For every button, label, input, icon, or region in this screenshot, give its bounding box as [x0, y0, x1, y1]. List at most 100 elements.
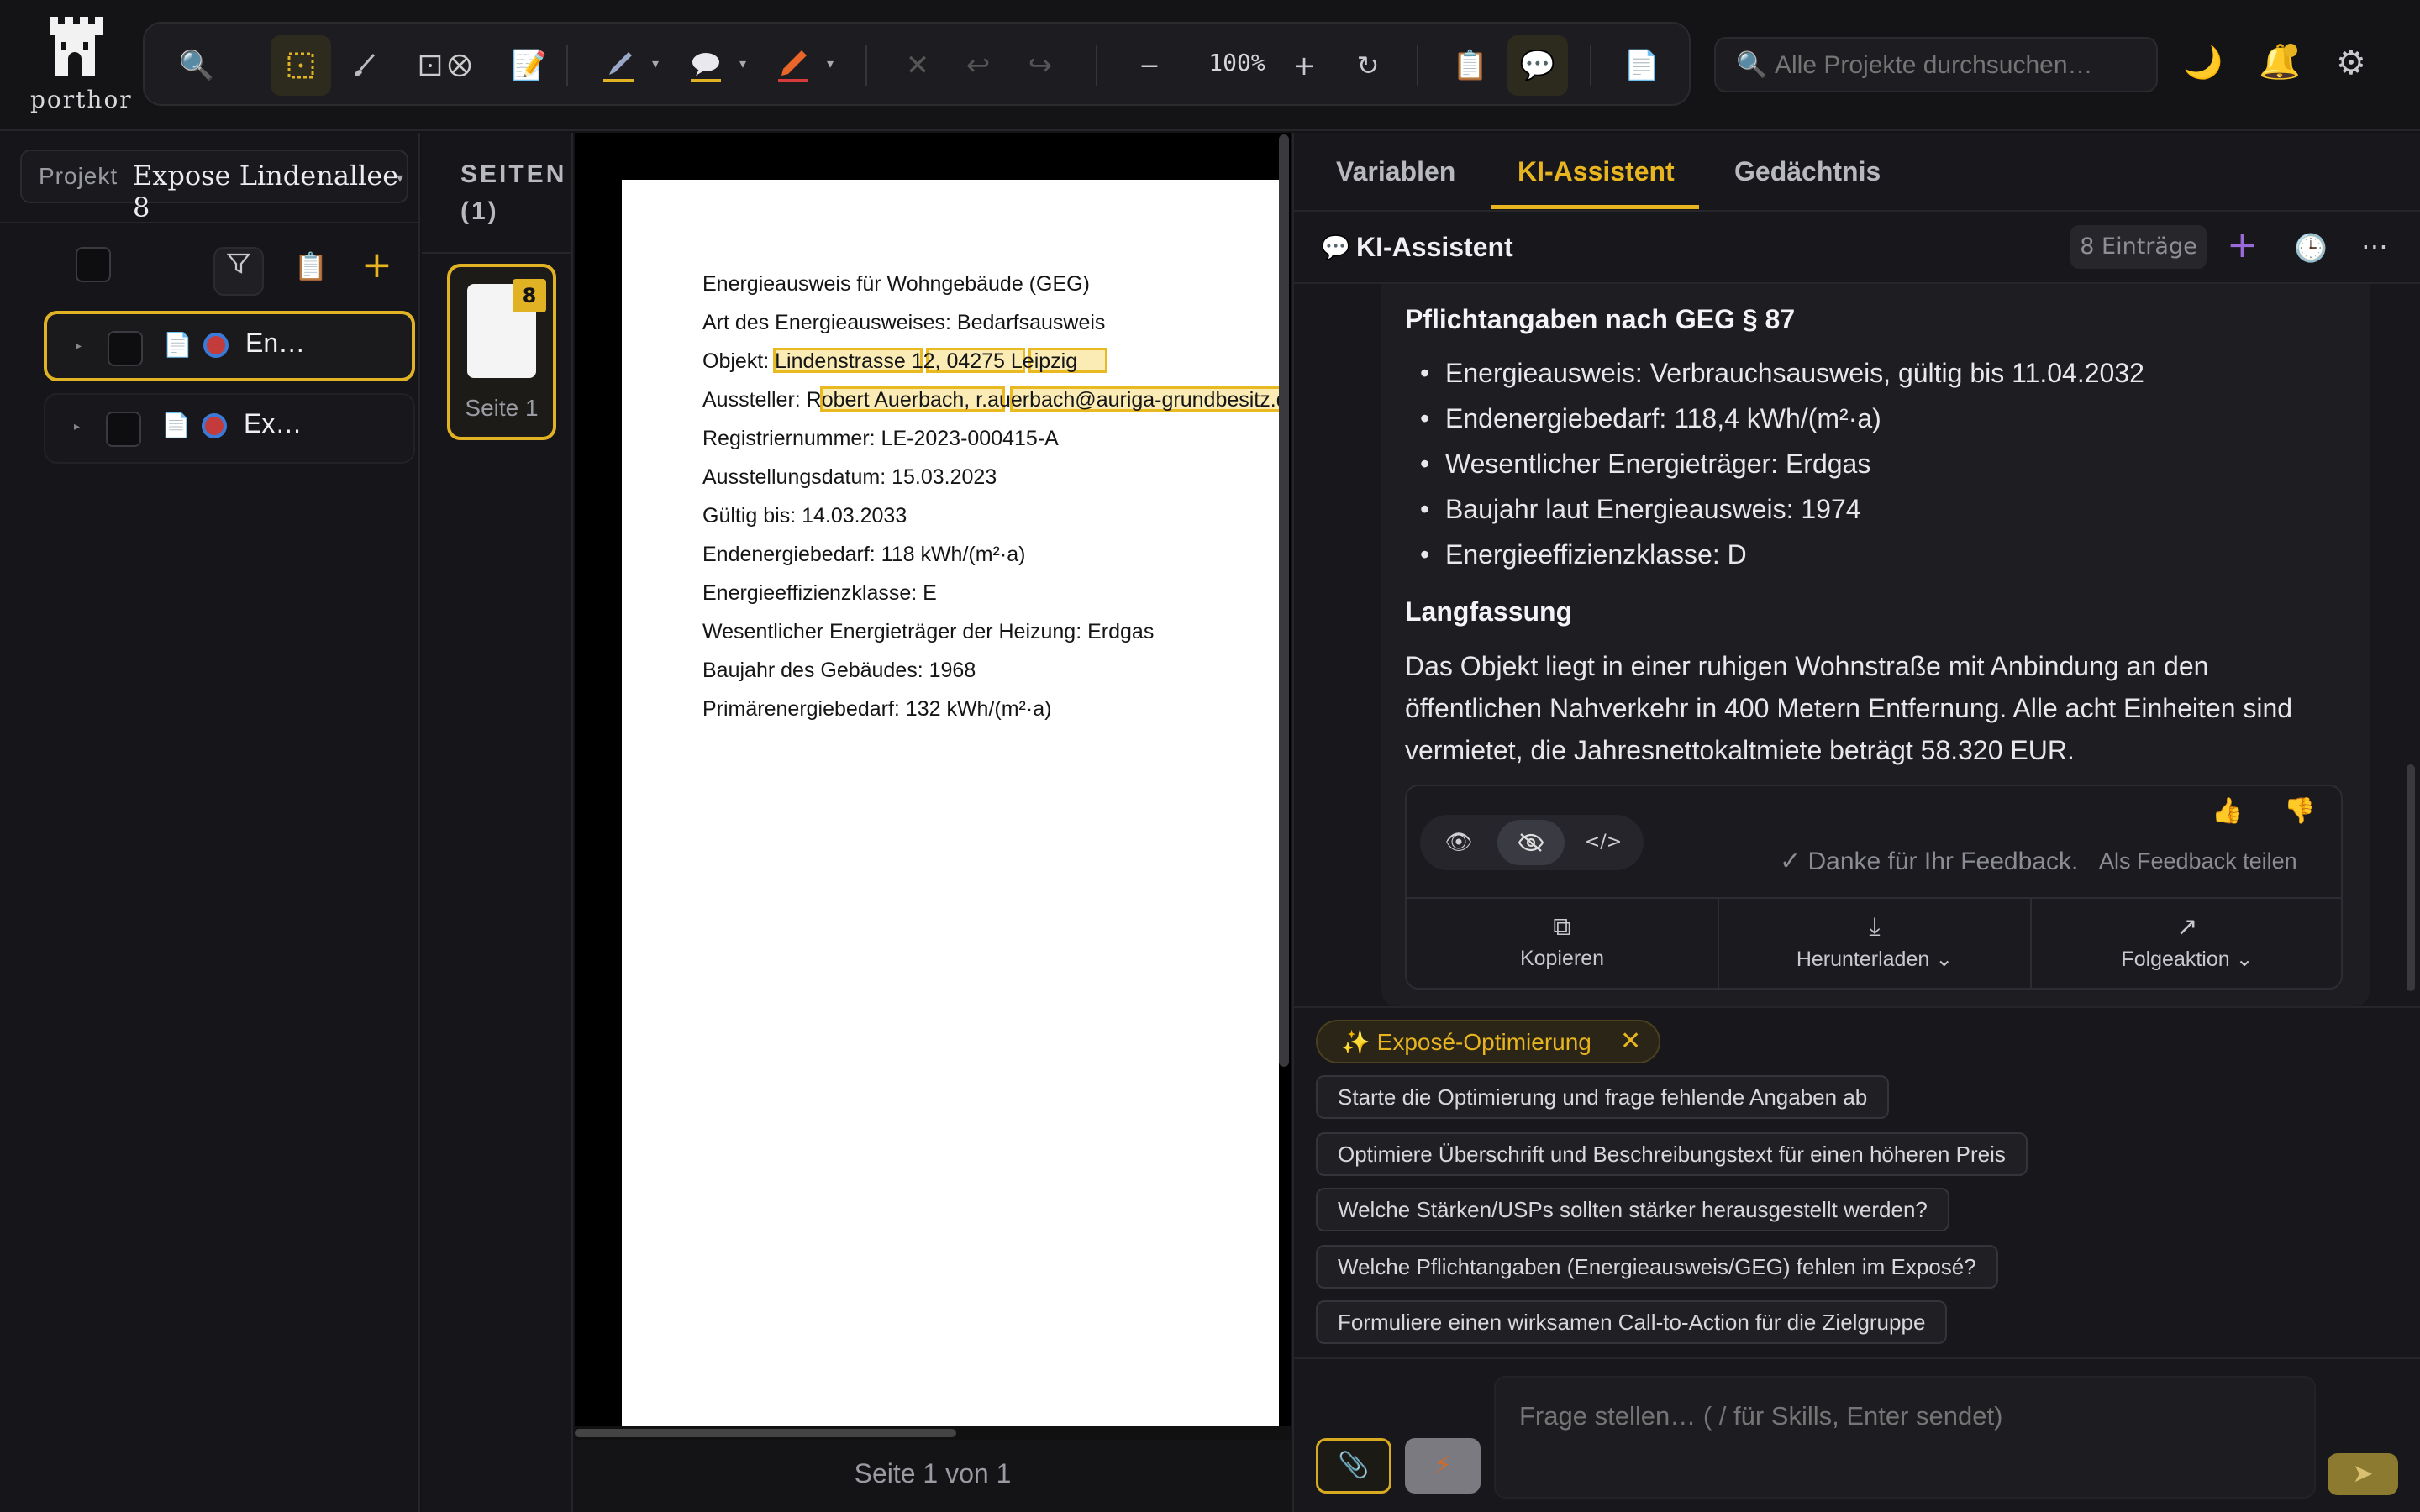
tab-gedaechtnis[interactable]: Gedächtnis: [1734, 156, 1881, 187]
add-file-icon[interactable]: +: [361, 244, 392, 286]
expand-icon[interactable]: ▸: [74, 420, 80, 433]
logo-text: porthor: [30, 86, 133, 113]
file-checkbox[interactable]: [108, 331, 143, 366]
tab-ki-assistent[interactable]: KI-Assistent: [1518, 156, 1675, 187]
doc-line: Primärenergiebedarf: 132 kWh/(m²·a): [702, 697, 1052, 721]
chat-toggle-icon[interactable]: 💬: [1507, 35, 1568, 96]
doc-line: Endenergiebedarf: 118 kWh/(m²·a): [702, 543, 1026, 566]
share-feedback-link[interactable]: Als Feedback teilen: [2099, 848, 2297, 874]
brush-icon: [355, 54, 376, 76]
download-button[interactable]: ⤓ Herunterladen ⌄: [1719, 899, 2030, 988]
file-item[interactable]: ▸ 📄 Ex…: [44, 393, 415, 464]
chat-input-box[interactable]: [1494, 1376, 2316, 1499]
suggestion-chip[interactable]: Welche Pflichtangaben (Energieausweis/GE…: [1316, 1245, 1998, 1289]
copy-button[interactable]: ⧉ Kopieren: [1407, 899, 1718, 988]
comment-tool-button[interactable]: [676, 35, 736, 96]
hide-eye-icon[interactable]: [1497, 820, 1565, 865]
entries-count-badge[interactable]: 8 Einträge: [2070, 225, 2207, 269]
doc-line: Gültig bis: 14.03.2033: [702, 504, 908, 528]
page-indicator: Seite 1 von 1: [575, 1440, 1291, 1512]
preview-eye-icon[interactable]: 👁: [1425, 820, 1492, 865]
doc-line: Registriernummer: LE-2023-000415-A: [702, 427, 1059, 450]
clipboard-list-icon[interactable]: 📋: [294, 250, 328, 282]
page-icon[interactable]: 📄: [1612, 35, 1672, 96]
project-selector[interactable]: Projekt Expose Lindenallee 8 ▾: [20, 150, 408, 223]
more-options-icon[interactable]: ⋯: [2361, 230, 2388, 262]
file-item[interactable]: ▸ 📄 En…: [44, 311, 415, 381]
expand-icon[interactable]: ▸: [76, 339, 82, 353]
message-bullet: Energieausweis: Verbrauchsausweis, gülti…: [1420, 358, 2144, 389]
tab-variablen[interactable]: Variablen: [1336, 156, 1455, 187]
suggestion-chip[interactable]: Starte die Optimierung und frage fehlend…: [1316, 1075, 1890, 1119]
redact-box-icon: [419, 54, 471, 77]
comment-dropdown-icon[interactable]: ▾: [739, 55, 746, 71]
file-checkbox[interactable]: [106, 412, 141, 447]
undo-icon[interactable]: ↩: [948, 35, 1008, 96]
new-chat-icon[interactable]: +: [2227, 223, 2258, 266]
file-name: En…: [245, 328, 306, 358]
message-bullet: Baujahr laut Energieausweis: 1974: [1420, 494, 1861, 525]
search-input[interactable]: [1775, 49, 2144, 82]
marker-tool-button[interactable]: [763, 35, 823, 96]
active-skill-chip[interactable]: ✨ Exposé-Optimierung ✕: [1316, 1020, 1660, 1063]
message-subheading: Langfassung: [1405, 596, 1573, 627]
chevron-down-icon: ⌄: [2235, 948, 2254, 971]
suggestion-chip[interactable]: Formuliere einen wirksamen Call-to-Actio…: [1316, 1300, 1948, 1344]
global-search[interactable]: 🔍: [1714, 37, 2158, 92]
rotate-icon[interactable]: ↻: [1338, 35, 1398, 96]
suggestion-chip[interactable]: Welche Stärken/USPs sollten stärker hera…: [1316, 1188, 1949, 1231]
marker-dropdown-icon[interactable]: ▾: [827, 55, 834, 71]
highlighter-dropdown-icon[interactable]: ▾: [652, 55, 659, 71]
redact-area-button[interactable]: [407, 35, 487, 96]
close-icon[interactable]: ✕: [887, 35, 948, 96]
doc-line: Ausstellungsdatum: 15.03.2023: [702, 465, 997, 489]
viewer-vertical-scrollbar[interactable]: [1279, 134, 1289, 1067]
message-paragraph: Das Objekt liegt in einer ruhigen Wohnst…: [1405, 651, 2293, 765]
brush-tool-button[interactable]: [334, 35, 395, 96]
feedback-thanks: ✓ Danke für Ihr Feedback.: [1780, 848, 2079, 875]
chat-scrollbar[interactable]: [2407, 764, 2415, 991]
thumbnail-label: Seite 1: [465, 395, 539, 421]
copy-icon: ⧉: [1553, 912, 1571, 942]
highlighter-tool-button[interactable]: [588, 35, 649, 96]
clipboard-icon[interactable]: 📋: [1440, 35, 1501, 96]
speech-bubble-icon: [691, 53, 721, 82]
history-icon[interactable]: 🕒: [2294, 232, 2328, 264]
dark-mode-icon[interactable]: 🌙: [2183, 44, 2223, 81]
annotation-count-badge: 8: [513, 279, 546, 312]
doc-line: Energieeffizienzklasse: E: [702, 581, 937, 605]
suggestion-chip[interactable]: Optimiere Überschrift und Beschreibungst…: [1316, 1132, 2028, 1176]
page-thumbnail[interactable]: 8 Seite 1: [447, 264, 556, 440]
remove-skill-icon[interactable]: ✕: [1620, 1026, 1641, 1056]
doc-line: Objekt: Lindenstrasse 12, 04275 Leipzig: [702, 349, 1078, 373]
assistant-header-title: KI-Assistent: [1356, 232, 1513, 262]
document-icon: 📄: [161, 412, 191, 439]
chat-input[interactable]: [1519, 1401, 2292, 1477]
doc-line: Aussteller: Robert Auerbach, r.auerbach@…: [702, 388, 1279, 412]
search-tool-icon[interactable]: 🔍: [166, 35, 227, 96]
zoom-in-icon[interactable]: +: [1274, 35, 1334, 96]
document-edit-icon[interactable]: 📝: [499, 35, 560, 96]
lightning-icon: ⚡: [1434, 1451, 1452, 1480]
select-tool-button[interactable]: [271, 35, 331, 96]
select-all-checkbox[interactable]: [76, 247, 111, 282]
send-button[interactable]: ➤: [2328, 1453, 2398, 1495]
pages-title: SEITEN (1): [460, 160, 567, 225]
thumbs-down-icon[interactable]: 👎: [2284, 796, 2315, 826]
zoom-out-icon[interactable]: −: [1119, 35, 1180, 96]
thumbs-up-icon[interactable]: 👍: [2212, 796, 2243, 826]
code-view-icon[interactable]: </>: [1570, 820, 1637, 865]
viewer-horizontal-scrollbar[interactable]: [575, 1426, 1291, 1440]
marker-icon: [778, 50, 808, 82]
message-bullet: Energieeffizienzklasse: D: [1420, 539, 1747, 570]
filter-button[interactable]: [213, 247, 264, 296]
attach-button[interactable]: 📎: [1316, 1438, 1392, 1494]
app-logo[interactable]: porthor: [30, 17, 133, 116]
redo-icon[interactable]: ↪: [1010, 35, 1071, 96]
notification-dot: [2284, 44, 2297, 57]
source-icon: [203, 333, 229, 358]
gear-icon[interactable]: ⚙: [2336, 44, 2366, 82]
follow-action-button[interactable]: ↗ Folgeaktion ⌄: [2032, 899, 2343, 988]
document-page[interactable]: Energieausweis für Wohngebäude (GEG) Art…: [622, 180, 1279, 1428]
skills-button[interactable]: ⚡: [1405, 1438, 1481, 1494]
